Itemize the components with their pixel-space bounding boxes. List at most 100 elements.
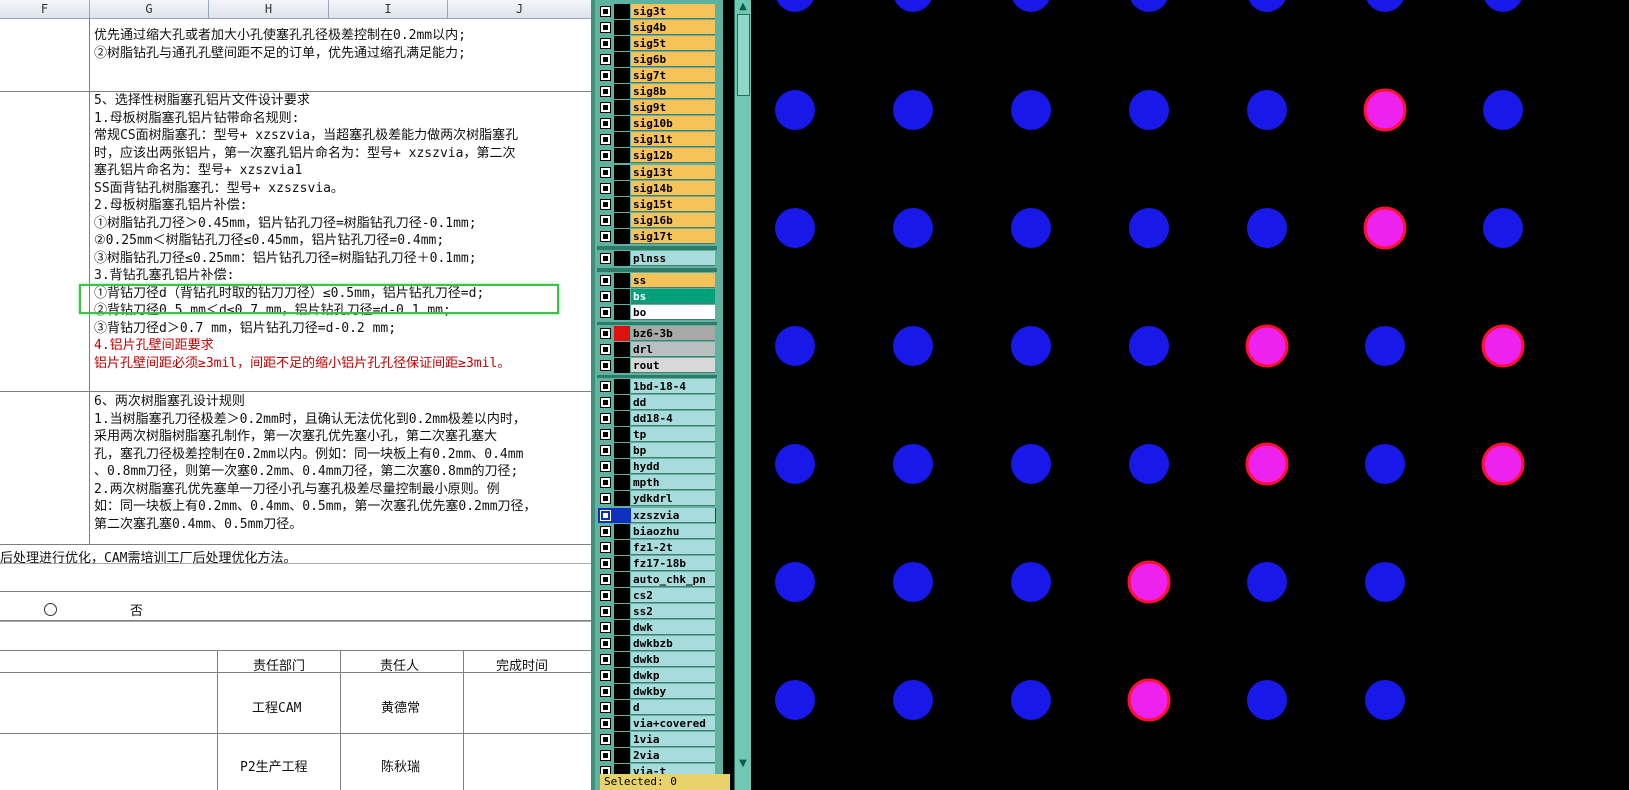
layer-row[interactable]: dwkby: [598, 684, 716, 700]
layer-checkbox[interactable]: [600, 360, 611, 372]
flagged-drill-hole[interactable]: [1127, 678, 1171, 722]
layer-name[interactable]: sig14b: [631, 180, 715, 196]
layer-checkbox[interactable]: [600, 686, 611, 698]
layer-checkbox[interactable]: [600, 461, 611, 473]
layer-checkbox[interactable]: [600, 22, 611, 34]
flagged-drill-hole[interactable]: [1363, 206, 1407, 250]
layer-name[interactable]: sig5t: [631, 36, 715, 52]
layer-name[interactable]: fz17-18b: [631, 555, 715, 571]
scroll-down-arrow-icon[interactable]: ▼: [737, 758, 749, 770]
layer-row[interactable]: 1bd-18-4: [598, 379, 716, 395]
layer-name[interactable]: dwk: [631, 619, 715, 635]
drill-hole[interactable]: [1129, 90, 1169, 130]
drill-hole[interactable]: [1011, 208, 1051, 248]
layer-row[interactable]: dd: [598, 395, 716, 411]
layer-name[interactable]: xzszvia: [631, 507, 715, 523]
layer-checkbox[interactable]: [600, 54, 611, 66]
layer-row[interactable]: sig15t: [598, 196, 716, 212]
layer-row[interactable]: sig16b: [598, 212, 716, 228]
column-header-g[interactable]: G: [90, 0, 209, 19]
layer-name[interactable]: sig8b: [631, 84, 715, 100]
drill-hole[interactable]: [1483, 208, 1523, 248]
layer-row[interactable]: sig9t: [598, 100, 716, 116]
layer-checkbox[interactable]: [600, 118, 611, 130]
layer-checkbox[interactable]: [600, 605, 611, 617]
drill-hole[interactable]: [1011, 444, 1051, 484]
column-header-f[interactable]: F: [0, 0, 90, 19]
layer-checkbox[interactable]: [600, 252, 611, 264]
layer-row[interactable]: 2via: [598, 748, 716, 764]
layer-name[interactable]: sig6b: [631, 52, 715, 68]
layer-row[interactable]: sig5t: [598, 36, 716, 52]
layer-row[interactable]: rout: [598, 358, 716, 374]
layer-row[interactable]: hydd: [598, 459, 716, 475]
layer-checkbox[interactable]: [600, 38, 611, 50]
layer-checkbox[interactable]: [600, 306, 611, 318]
drill-hole[interactable]: [1129, 0, 1169, 12]
drill-hole[interactable]: [1247, 562, 1287, 602]
layer-checkbox[interactable]: [600, 573, 611, 585]
drill-hole[interactable]: [1011, 680, 1051, 720]
layer-row[interactable]: sig10b: [598, 116, 716, 132]
layer-row[interactable]: sig17t: [598, 228, 716, 244]
drill-hole[interactable]: [1483, 90, 1523, 130]
layer-row[interactable]: sig13t: [598, 164, 716, 180]
drill-hole[interactable]: [893, 680, 933, 720]
drill-hole[interactable]: [1247, 0, 1287, 12]
drill-hole[interactable]: [1011, 90, 1051, 130]
drill-hole[interactable]: [893, 90, 933, 130]
drill-hole[interactable]: [775, 444, 815, 484]
drill-hole[interactable]: [775, 562, 815, 602]
layer-name[interactable]: dwkbzb: [631, 635, 715, 651]
drill-hole[interactable]: [1247, 208, 1287, 248]
layer-checkbox[interactable]: [600, 557, 611, 569]
layer-name[interactable]: sig4b: [631, 20, 715, 36]
layer-name[interactable]: mpth: [631, 475, 715, 491]
drill-hole[interactable]: [1247, 680, 1287, 720]
drill-hole[interactable]: [775, 0, 815, 12]
flagged-drill-hole[interactable]: [1127, 560, 1171, 604]
layer-checkbox[interactable]: [600, 166, 611, 178]
layer-checkbox[interactable]: [600, 150, 611, 162]
layer-name[interactable]: sig16b: [631, 212, 715, 228]
layer-name[interactable]: fz1-2t: [631, 539, 715, 555]
layer-name[interactable]: via+covered: [631, 716, 715, 732]
flagged-drill-hole[interactable]: [1481, 442, 1525, 486]
layer-name[interactable]: d: [631, 700, 715, 716]
drill-hole[interactable]: [893, 208, 933, 248]
layer-name[interactable]: sig15t: [631, 196, 715, 212]
layer-checkbox[interactable]: [600, 413, 611, 425]
drill-hole[interactable]: [775, 90, 815, 130]
column-header-i[interactable]: I: [329, 0, 448, 19]
layer-name[interactable]: sig13t: [631, 164, 715, 180]
layer-name[interactable]: drl: [631, 342, 715, 357]
layer-row[interactable]: sig4b: [598, 20, 716, 36]
layer-name[interactable]: 1bd-18-4: [631, 379, 715, 395]
layer-row[interactable]: dd18-4: [598, 411, 716, 427]
layer-row[interactable]: bp: [598, 443, 716, 459]
layer-row[interactable]: xzszvia: [598, 507, 716, 523]
drill-hole[interactable]: [893, 444, 933, 484]
layer-scrollbar[interactable]: ▲ ▼: [734, 0, 751, 790]
drill-hole[interactable]: [1011, 0, 1051, 12]
layer-checkbox[interactable]: [600, 381, 611, 393]
layer-row[interactable]: sig6b: [598, 52, 716, 68]
layer-checkbox[interactable]: [600, 525, 611, 537]
layer-row[interactable]: dwkb: [598, 651, 716, 667]
layer-checkbox[interactable]: [600, 653, 611, 665]
drill-hole[interactable]: [1365, 444, 1405, 484]
layer-row[interactable]: ydkdrl: [598, 491, 716, 507]
flagged-drill-hole[interactable]: [1245, 442, 1289, 486]
layer-checkbox[interactable]: [600, 637, 611, 649]
layer-checkbox[interactable]: [600, 621, 611, 633]
layer-name[interactable]: dwkby: [631, 684, 715, 700]
drill-hole[interactable]: [775, 208, 815, 248]
drill-hole[interactable]: [893, 326, 933, 366]
layer-checkbox[interactable]: [600, 670, 611, 681]
flagged-drill-hole[interactable]: [1481, 324, 1525, 368]
layer-name[interactable]: bz6-3b: [631, 325, 715, 341]
layer-checkbox[interactable]: [600, 734, 611, 746]
layer-row[interactable]: sig12b: [598, 148, 716, 164]
layer-checkbox[interactable]: [600, 429, 611, 441]
layer-name[interactable]: 2via: [631, 748, 715, 764]
